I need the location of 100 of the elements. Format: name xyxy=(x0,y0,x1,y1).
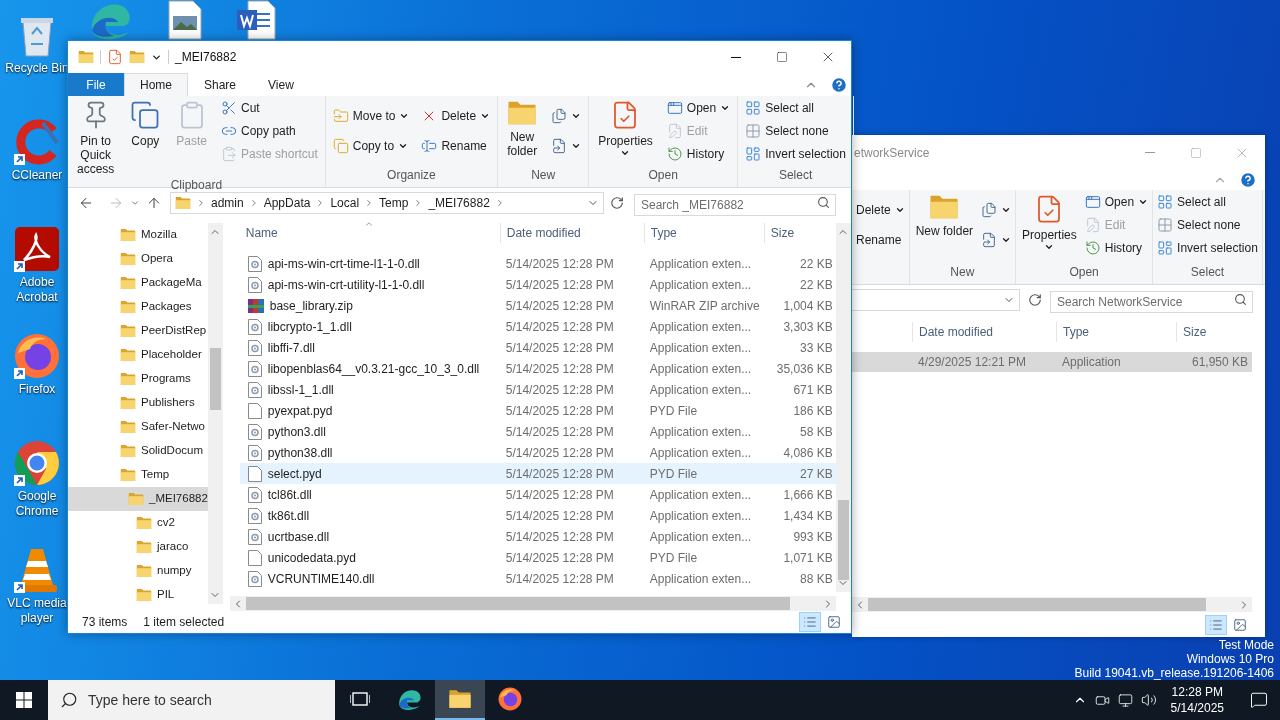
file-row[interactable]: base_library.zip 5/14/2025 12:28 PM WinRAR ZIP archive 1,004 KB xyxy=(239,295,836,316)
search-field[interactable]: Type here to search xyxy=(48,680,335,720)
breadcrumb[interactable]: _MEI76882 xyxy=(428,194,490,212)
nav-item[interactable]: Packages xyxy=(68,295,208,319)
view-button[interactable] xyxy=(799,612,821,632)
file-row[interactable]: unicodedata.pyd 5/14/2025 12:28 PM PYD File 1,071 KB xyxy=(239,547,836,568)
ribbon-button[interactable]: Delete xyxy=(854,199,907,221)
file-row[interactable]: tcl86t.dll 5/14/2025 12:28 PM Application exten... 1,666 KB xyxy=(239,484,836,505)
ribbon-button[interactable]: Open xyxy=(664,97,733,119)
nav-item[interactable]: Publishers xyxy=(68,391,208,415)
nav-item[interactable]: Opera xyxy=(68,247,208,271)
ribbon-button[interactable]: Delete xyxy=(419,105,493,127)
ribbon-button[interactable]: Copy xyxy=(126,96,165,148)
recent-icon[interactable] xyxy=(130,198,140,208)
nav-item[interactable]: numpy xyxy=(68,559,208,583)
nav-item[interactable]: PackageMa xyxy=(68,271,208,295)
column-header[interactable]: Date modified xyxy=(499,223,644,243)
ribbon-button[interactable]: Pin to Quick access xyxy=(73,96,119,176)
ribbon-tab[interactable]: Home xyxy=(124,73,188,96)
file-row[interactable]: pyexpat.pyd 5/14/2025 12:28 PM PYD File 186 KB xyxy=(239,400,836,421)
file-row[interactable]: ucrtbase.dll 5/14/2025 12:28 PM Application exten... 993 KB xyxy=(239,526,836,547)
ribbon-button[interactable]: Select none xyxy=(743,120,848,142)
ribbon-button[interactable]: History xyxy=(1082,237,1151,259)
column-header[interactable]: Size xyxy=(1176,322,1252,342)
scroll-thumb[interactable] xyxy=(837,500,849,580)
help-icon[interactable] xyxy=(830,75,848,94)
ribbon-button[interactable]: Select all xyxy=(1155,191,1260,213)
scroll-thumb[interactable] xyxy=(209,348,222,410)
scroll-thumb[interactable] xyxy=(245,597,790,610)
scroll-thumb[interactable] xyxy=(868,598,1206,611)
file-row[interactable]: libssl-1_1.dll 5/14/2025 12:28 PM Application exten... 671 KB xyxy=(239,379,836,400)
address-bar[interactable]: admin AppData Local Temp _MEI76882 xyxy=(170,192,604,214)
folder-icon xyxy=(120,372,136,386)
file-row[interactable]: libopenblas64__v0.3.21-gcc_10_3_0.dll 5/14/2025 12:28 PM Application exten... 35,036 KB xyxy=(239,358,836,379)
ribbon-button[interactable]: Properties xyxy=(594,96,657,158)
refresh-icon[interactable] xyxy=(610,196,624,210)
network-icon[interactable] xyxy=(1117,692,1133,708)
column-header[interactable]: Size xyxy=(763,223,834,243)
ribbon-button[interactable]: Invert selection xyxy=(743,143,848,165)
nav-item[interactable]: PeerDistRep xyxy=(68,319,208,343)
nav-item[interactable]: Placeholder xyxy=(68,343,208,367)
properties-icon[interactable] xyxy=(107,49,123,65)
file-row[interactable]: api-ms-win-crt-utility-l1-1-0.dll 5/14/2025 12:28 PM Application exten... 22 KB xyxy=(239,274,836,295)
ribbon-button[interactable]: New folder xyxy=(503,96,542,158)
scrollbar[interactable] xyxy=(852,597,1252,612)
nav-item[interactable]: cv2 xyxy=(68,511,208,535)
file-row[interactable]: python3.dll 5/14/2025 12:28 PM Application exten... 58 KB xyxy=(239,421,836,442)
ribbon-button[interactable]: Cut xyxy=(219,97,320,119)
refresh-icon[interactable] xyxy=(1028,293,1042,307)
up-icon[interactable] xyxy=(146,195,162,211)
ribbon-button[interactable]: Invert selection xyxy=(1155,237,1260,259)
file-row[interactable]: tk86t.dll 5/14/2025 12:28 PM Application exten... 1,434 KB xyxy=(239,505,836,526)
ribbon-tab[interactable]: Share xyxy=(188,73,253,96)
breadcrumb[interactable]: Local xyxy=(330,194,360,212)
scrollbar[interactable] xyxy=(207,223,224,604)
ribbon-button[interactable]: Rename xyxy=(419,135,493,157)
volume-icon[interactable] xyxy=(1140,692,1157,708)
nav-item[interactable]: Temp xyxy=(68,463,208,487)
ribbon-button[interactable]: Copy to xyxy=(330,135,412,157)
ribbon-button[interactable]: Properties xyxy=(1018,190,1081,252)
search-field[interactable]: Search NetworkService xyxy=(1050,291,1253,313)
column-header[interactable]: Name xyxy=(239,223,500,243)
nav-item[interactable]: jaraco xyxy=(68,535,208,559)
ribbon-button[interactable]: New folder xyxy=(911,190,978,238)
breadcrumb[interactable]: admin xyxy=(211,194,244,212)
column-header[interactable]: Date modified xyxy=(912,322,1056,342)
file-row[interactable]: api-ms-win-crt-time-l1-1-0.dll 5/14/2025 12:28 PM Application exten... 22 KB xyxy=(239,253,836,274)
file-row[interactable]: libcrypto-1_1.dll 5/14/2025 12:28 PM Application exten... 3,303 KB xyxy=(239,316,836,337)
nav-item[interactable]: Programs xyxy=(68,367,208,391)
ribbon-button[interactable]: Select none xyxy=(1155,214,1260,236)
breadcrumb[interactable]: AppData xyxy=(263,194,311,212)
file-row[interactable]: VCRUNTIME140.dll 5/14/2025 12:28 PM Application exten... 88 KB xyxy=(239,568,836,589)
ribbon-button[interactable]: Open xyxy=(1082,191,1151,213)
breadcrumb[interactable]: Temp xyxy=(379,194,409,212)
back-icon[interactable] xyxy=(78,195,94,211)
file-row[interactable]: select.pyd 5/14/2025 12:28 PM PYD File 27 KB xyxy=(239,463,836,484)
ribbon-tab[interactable]: View xyxy=(252,73,310,96)
scrollbar[interactable] xyxy=(229,596,836,611)
ribbon-button[interactable]: History xyxy=(664,143,733,165)
clock[interactable]: 12:28 PM 5/14/2025 xyxy=(1164,684,1230,716)
search-field[interactable]: Search _MEI76882 xyxy=(634,194,836,216)
nav-item[interactable]: Mozilla xyxy=(68,223,208,247)
ribbon-button[interactable]: Select all xyxy=(743,97,848,119)
file-row[interactable]: libffi-7.dll 5/14/2025 12:28 PM Application exten... 33 KB xyxy=(239,337,836,358)
nav-item[interactable]: SolidDocum xyxy=(68,439,208,463)
nav-item[interactable]: _MEI76882 xyxy=(68,487,208,511)
taskbar-app[interactable] xyxy=(435,680,485,720)
column-header[interactable]: Type xyxy=(643,223,764,243)
file-row[interactable]: 4/29/2025 12:21 PM Application 61,950 KB xyxy=(852,352,1252,372)
column-header[interactable]: Type xyxy=(1056,322,1176,342)
help-icon[interactable] xyxy=(1239,171,1257,189)
file-row[interactable]: python38.dll 5/14/2025 12:28 PM Application exten... 4,086 KB xyxy=(239,442,836,463)
ribbon-button[interactable]: Move to xyxy=(330,105,412,127)
scrollbar[interactable] xyxy=(835,223,851,592)
ribbon-button[interactable]: Copy path xyxy=(219,120,320,142)
file-tab[interactable]: File xyxy=(68,73,124,96)
view-button[interactable] xyxy=(1205,614,1227,635)
ribbon-button[interactable]: Rename xyxy=(854,229,907,251)
nav-item[interactable]: PIL xyxy=(68,583,208,607)
nav-item[interactable]: Safer-Netwo xyxy=(68,415,208,439)
